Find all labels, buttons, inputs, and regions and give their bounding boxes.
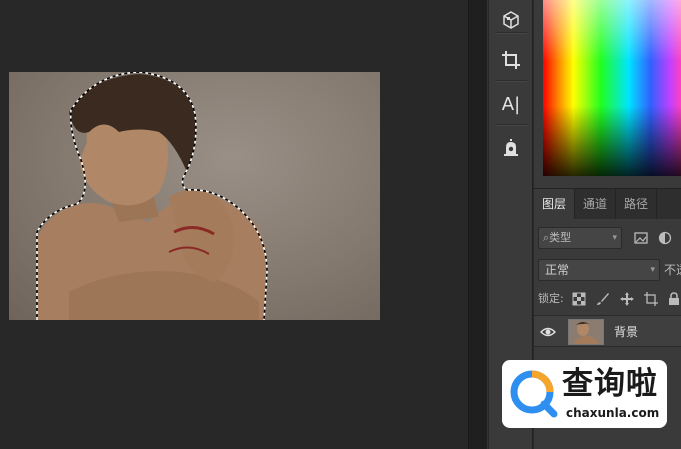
document-image[interactable]	[9, 72, 380, 320]
tab-paths[interactable]: 路径	[616, 189, 658, 219]
layer-kind-filter[interactable]: ⌕类型 ▾	[538, 227, 622, 249]
character-tool[interactable]: A|	[489, 84, 533, 124]
layers-panel-tabs: 图层 通道 路径	[534, 189, 681, 219]
color-panel	[534, 0, 681, 188]
panel-divider[interactable]	[468, 0, 488, 449]
watermark-title: 查询啦	[562, 366, 658, 402]
search-logo-icon	[510, 370, 558, 418]
layer-row[interactable]: 背景	[534, 315, 681, 347]
watermark-domain: chaxunla.com	[566, 406, 660, 420]
opacity-label: 不透	[664, 263, 681, 277]
blend-mode-row: 正常 ▾ 不透	[534, 259, 681, 283]
layer-thumbnail	[568, 319, 604, 345]
3d-material-tool[interactable]	[489, 0, 533, 40]
lock-label: 锁定:	[538, 292, 564, 305]
chevron-down-icon: ▾	[650, 265, 655, 275]
eye-icon[interactable]	[540, 325, 556, 339]
adjustment-filter-icon[interactable]	[658, 231, 672, 245]
lock-artboard-icon[interactable]	[644, 292, 658, 306]
image-filter-icon[interactable]	[634, 231, 648, 245]
lock-row: 锁定:	[534, 289, 681, 309]
lock-position-move-icon[interactable]	[620, 292, 634, 306]
lock-transparency-icon[interactable]	[572, 292, 586, 306]
tool-separator	[495, 124, 527, 126]
tab-layers[interactable]: 图层	[534, 189, 576, 219]
tool-separator	[495, 32, 527, 34]
color-spectrum-picker[interactable]	[543, 0, 681, 176]
layer-filter-row: ⌕类型 ▾	[534, 227, 681, 251]
chevron-down-icon: ▾	[612, 233, 617, 243]
portrait-thumbnail	[569, 320, 603, 344]
properties-tool[interactable]	[489, 128, 533, 168]
canvas-workspace[interactable]	[0, 0, 468, 449]
crop-icon	[502, 51, 520, 69]
layer-name[interactable]: 背景	[614, 316, 638, 348]
filter-kind-label: 类型	[549, 231, 572, 244]
tab-channels[interactable]: 通道	[575, 189, 617, 219]
blend-mode-select[interactable]: 正常 ▾	[538, 259, 660, 281]
watermark-badge: 查询啦 chaxunla.com	[502, 360, 667, 428]
tool-separator	[495, 80, 527, 82]
type-icon: A|	[501, 93, 521, 115]
lock-pixels-brush-icon[interactable]	[596, 292, 610, 306]
portrait-artwork	[36, 72, 268, 320]
blend-mode-value: 正常	[545, 263, 570, 277]
cube-icon	[503, 11, 519, 29]
crop-tool[interactable]	[489, 40, 533, 80]
alarm-icon	[504, 139, 518, 156]
lock-all-icon[interactable]	[667, 292, 681, 306]
